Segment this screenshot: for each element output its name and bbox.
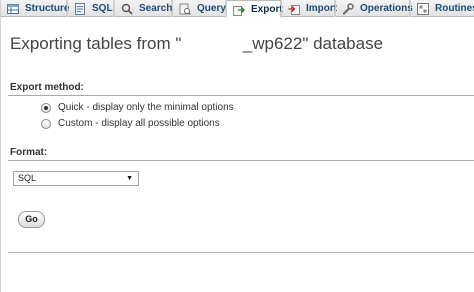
export-method-label: Export method:: [10, 82, 84, 93]
tab-export-label: Export: [251, 4, 283, 15]
tab-operations-label: Operations: [360, 3, 413, 14]
tab-routines-label: Routines: [435, 3, 474, 14]
tab-structure-label: Structure: [25, 3, 70, 14]
tab-structure[interactable]: Structure: [0, 0, 70, 17]
left-border: [0, 17, 1, 292]
tab-export[interactable]: Export: [226, 0, 283, 18]
search-icon: [121, 3, 133, 15]
format-select[interactable]: SQL ▼: [13, 171, 139, 186]
radio-quick-label: Quick - display only the minimal options: [58, 102, 234, 113]
export-method-divider: [8, 95, 474, 96]
radio-quick-option[interactable]: Quick - display only the minimal options: [41, 102, 234, 113]
routines-icon: [417, 2, 429, 15]
tab-sql[interactable]: SQL: [67, 0, 114, 17]
table-structure-icon: [7, 3, 19, 15]
tab-sql-label: SQL: [92, 3, 113, 14]
query-icon: [179, 3, 191, 15]
tab-search[interactable]: Search: [114, 0, 172, 17]
sql-icon: [74, 2, 86, 15]
format-divider: [8, 160, 474, 161]
tab-import-label: Import: [306, 3, 338, 14]
tab-search-label: Search: [139, 3, 173, 14]
tab-operations[interactable]: Operations: [335, 0, 413, 17]
page-title: Exporting tables from " _wp622" database: [10, 34, 384, 53]
chevron-down-icon: ▼: [126, 175, 133, 182]
bottom-divider: [8, 252, 474, 253]
export-icon: [233, 4, 245, 16]
radio-custom-button[interactable]: [41, 118, 51, 129]
tab-query-label: Query: [197, 3, 226, 14]
wrench-icon: [342, 2, 354, 15]
radio-custom-option[interactable]: Custom - display all possible options: [41, 118, 220, 129]
import-icon: [288, 3, 300, 15]
radio-custom-label: Custom - display all possible options: [58, 118, 220, 129]
tab-import[interactable]: Import: [281, 0, 338, 17]
tab-query[interactable]: Query: [172, 0, 226, 17]
radio-quick-button[interactable]: [41, 102, 51, 113]
format-label: Format:: [10, 147, 48, 158]
format-select-value: SQL: [18, 173, 37, 183]
go-button[interactable]: Go: [18, 211, 45, 228]
tab-routines[interactable]: Routines: [410, 0, 474, 17]
tab-bar: Structure SQL Search Query Export Import: [0, 0, 474, 18]
